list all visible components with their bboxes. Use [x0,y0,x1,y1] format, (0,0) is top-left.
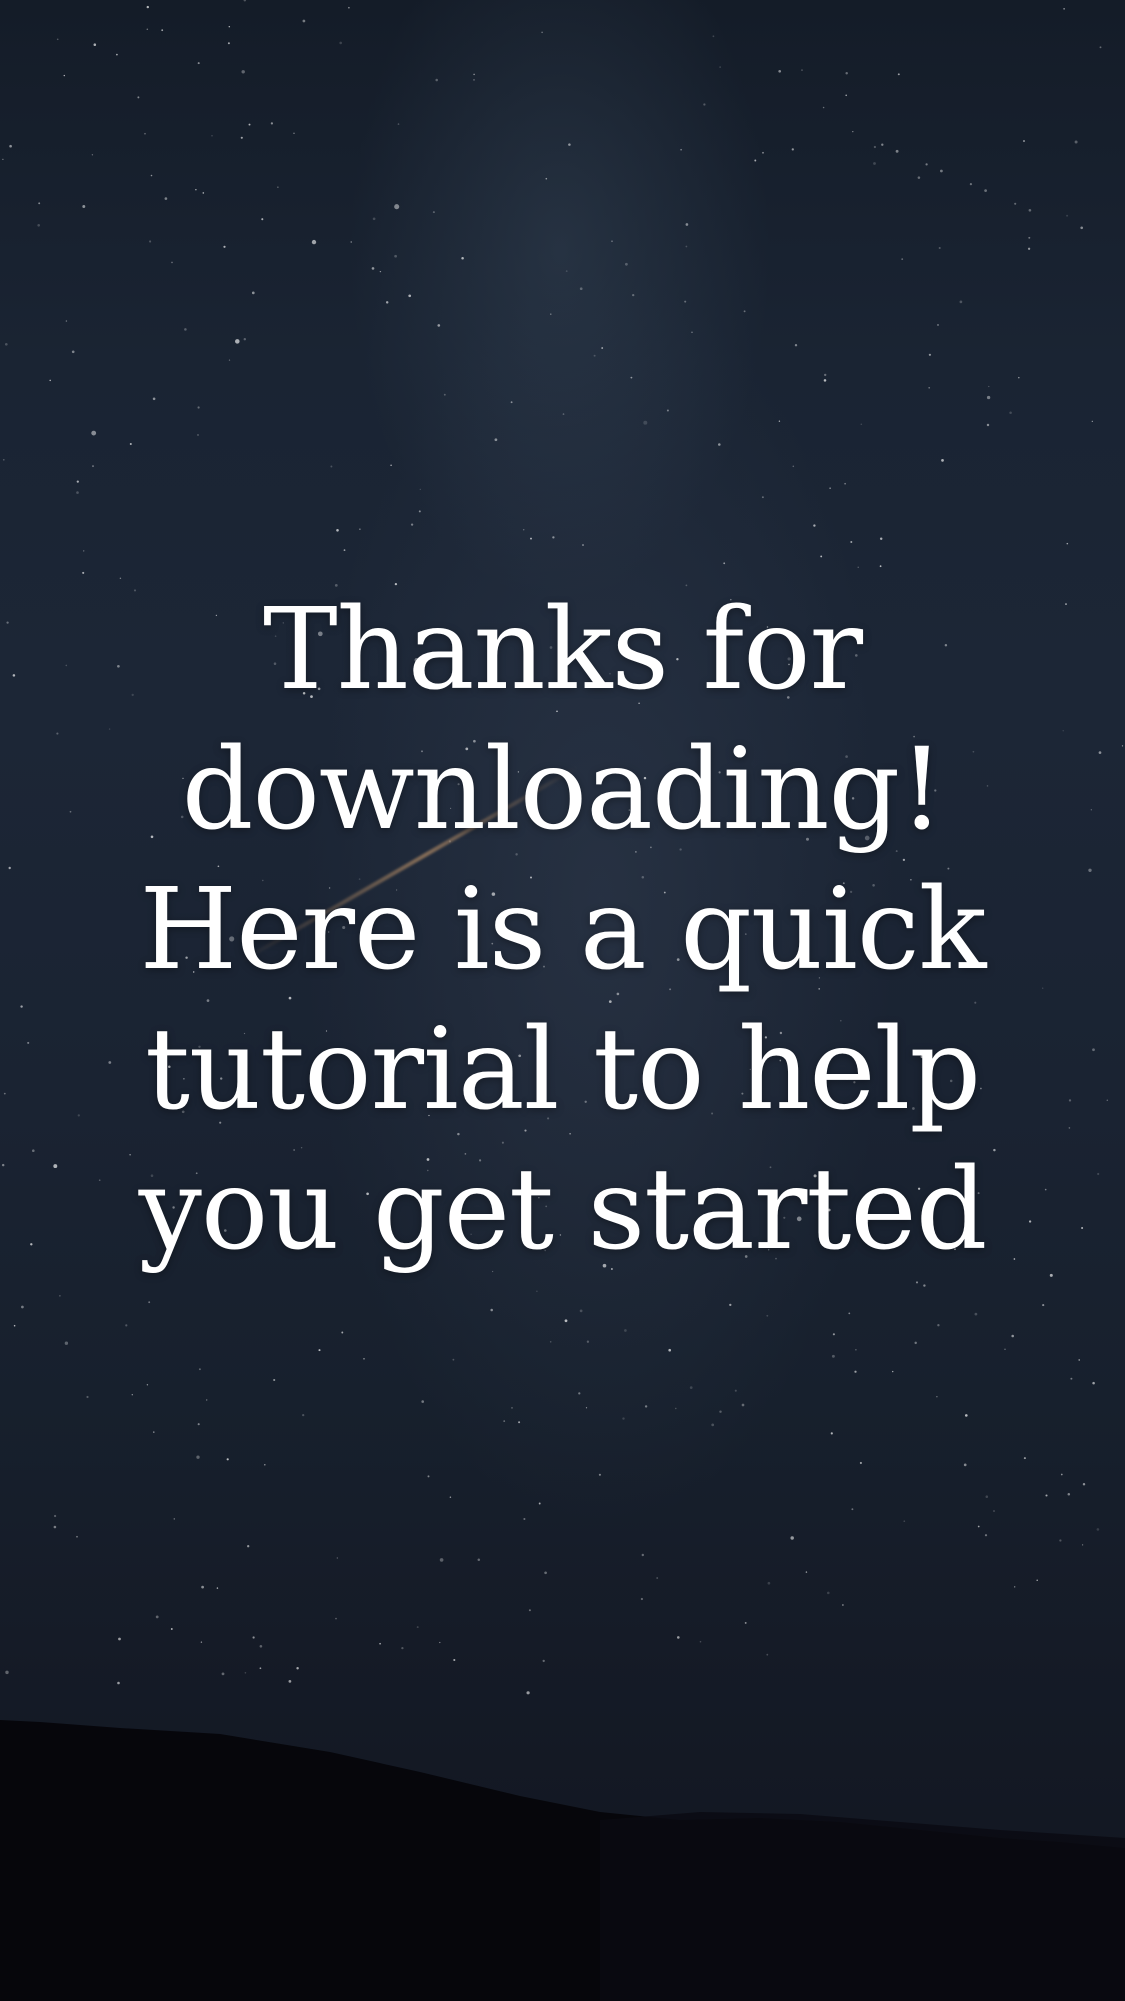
welcome-line-1: Thanks for [262,585,863,715]
welcome-line-5: you get started [138,1145,988,1275]
welcome-line-4: tutorial to help [144,1005,981,1135]
welcome-line-2: downloading! [181,725,945,855]
welcome-message: Thanks for downloading! Here is a quick … [80,580,1045,1280]
welcome-line-3: Here is a quick [139,865,987,995]
tutorial-welcome-screen[interactable]: Thanks for downloading! Here is a quick … [0,0,1125,2001]
